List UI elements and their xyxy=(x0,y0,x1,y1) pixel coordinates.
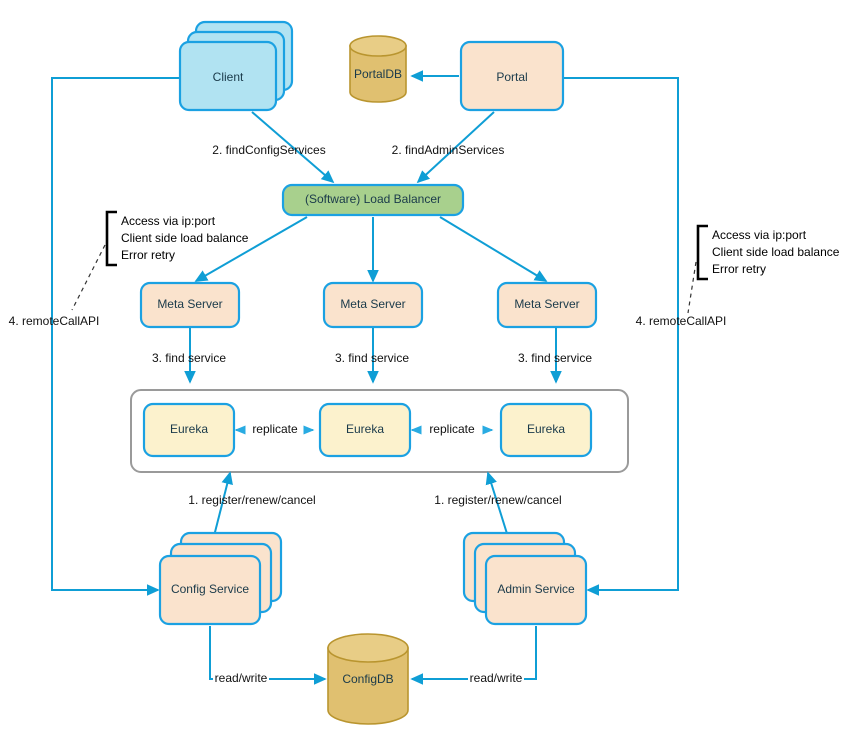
edge-label-remote-call-left: 4. remoteCallAPI xyxy=(9,314,100,328)
node-eureka-center[interactable]: Eureka xyxy=(318,402,412,458)
annotation-left-leader xyxy=(71,244,106,311)
architecture-diagram: Client PortalDB Portal 2. findConfigServ… xyxy=(0,0,856,741)
label-backdrop-read-write-right xyxy=(468,671,524,687)
edge-label-register-left: 1. register/renew/cancel xyxy=(188,493,315,507)
annotation-right-leader xyxy=(687,261,697,314)
edge-config-service-register xyxy=(212,471,233,541)
node-config-service[interactable]: Config Service xyxy=(158,531,283,626)
edge-label-find-config-services: 2. findConfigServices xyxy=(212,143,325,157)
edge-client-to-config-service xyxy=(51,77,181,596)
edge-portal-to-balancer xyxy=(416,111,495,184)
node-load-balancer[interactable]: (Software) Load Balancer xyxy=(281,183,465,217)
edge-balancer-to-meta-left xyxy=(194,216,308,282)
edge-label-remote-call-right: 4. remoteCallAPI xyxy=(636,314,727,328)
architecture-canvas: Client PortalDB Portal 2. findConfigServ… xyxy=(9,20,840,725)
node-eureka-right[interactable]: Eureka xyxy=(499,402,593,458)
annotation-right-line-3: Error retry xyxy=(712,262,766,276)
annotation-left-line-3: Error retry xyxy=(121,248,175,262)
label-backdrop-replicate-left xyxy=(248,422,302,438)
annotation-right: Access via ip:port Client side load bala… xyxy=(687,224,840,314)
label-backdrop-read-write-left xyxy=(213,671,269,687)
node-portal[interactable]: Portal xyxy=(459,40,565,112)
edge-client-to-balancer xyxy=(251,111,335,184)
annotation-right-line-2: Client side load balance xyxy=(712,245,840,259)
node-eureka-left[interactable]: Eureka xyxy=(142,402,236,458)
node-client[interactable]: Client xyxy=(178,20,294,112)
node-admin-service[interactable]: Admin Service xyxy=(462,531,588,626)
node-meta-server-right[interactable]: Meta Server xyxy=(496,281,598,329)
annotation-left-line-1: Access via ip:port xyxy=(121,214,216,228)
annotation-right-line-1: Access via ip:port xyxy=(712,228,807,242)
node-meta-server-left[interactable]: Meta Server xyxy=(139,281,241,329)
edge-admin-service-register xyxy=(485,471,510,541)
annotation-left-line-2: Client side load balance xyxy=(121,231,249,245)
label-backdrop-replicate-right xyxy=(425,422,479,438)
edge-portal-to-admin-service xyxy=(563,77,679,596)
node-meta-server-center[interactable]: Meta Server xyxy=(322,281,424,329)
node-portaldb[interactable]: PortalDB xyxy=(349,35,407,103)
node-configdb[interactable]: ConfigDB xyxy=(327,633,409,725)
edge-balancer-to-meta-right xyxy=(439,216,548,282)
